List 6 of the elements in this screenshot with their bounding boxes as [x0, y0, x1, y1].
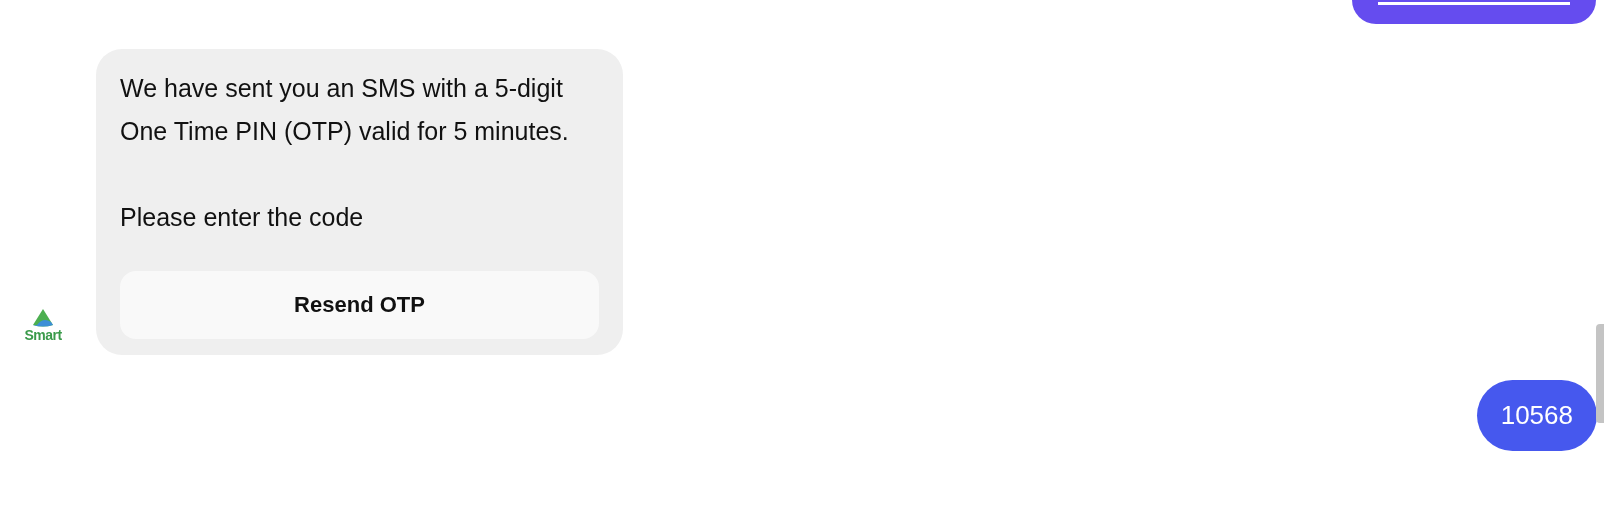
brand-name: Smart	[24, 327, 62, 343]
message-bubble: 10568	[1476, 380, 1597, 451]
message-text: We have sent you an SMS with a 5-digit One Time PIN (OTP) valid for 5 minutes. Please enter the code	[120, 73, 570, 233]
scrollbar[interactable]	[1596, 324, 1604, 423]
triangle-logo-icon	[33, 309, 53, 327]
resend-button[interactable]: Resend OTP	[120, 271, 599, 339]
